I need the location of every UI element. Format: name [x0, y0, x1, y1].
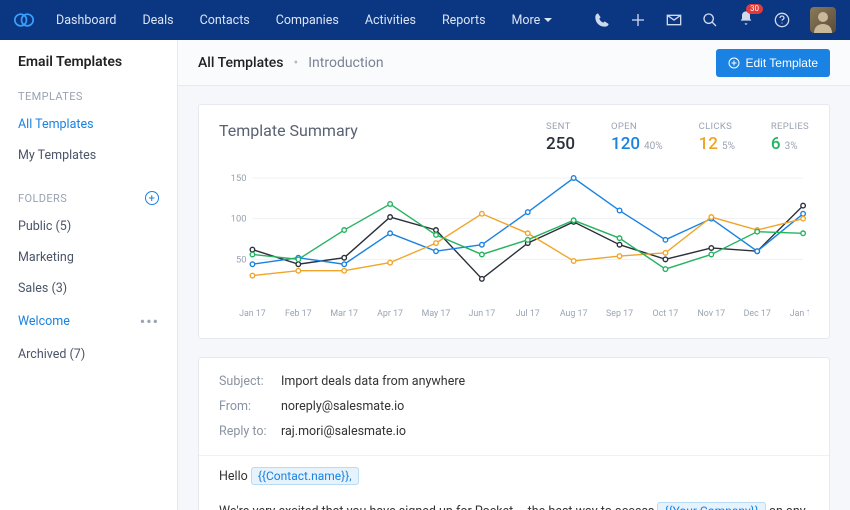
svg-text:May 17: May 17 — [422, 309, 451, 319]
sidebar-item-my-templates[interactable]: My Templates — [0, 140, 177, 171]
merge-tag-contact-name[interactable]: {{Contact.name}}, — [251, 467, 359, 485]
nav-reports[interactable]: Reports — [442, 13, 486, 28]
mail-icon[interactable] — [666, 12, 682, 28]
user-avatar[interactable] — [810, 7, 836, 33]
section-templates: TEMPLATES — [0, 84, 177, 109]
metrics-row: SENT250 OPEN12040% CLICKS125% REPLIES63% — [546, 121, 809, 154]
add-folder-icon[interactable]: + — [145, 191, 159, 205]
svg-text:50: 50 — [236, 254, 246, 265]
search-icon[interactable] — [702, 12, 718, 28]
phone-icon[interactable] — [594, 12, 610, 28]
template-body: Hello {{Contact.name}}, We're very excit… — [219, 456, 809, 510]
detail-subject: Subject:Import deals data from anywhere — [219, 374, 809, 389]
summary-card: Template Summary SENT250 OPEN12040% CLIC… — [198, 104, 830, 339]
chevron-down-icon — [544, 18, 552, 26]
top-nav-bar: Dashboard Deals Contacts Companies Activ… — [0, 0, 850, 40]
svg-text:Nov 17: Nov 17 — [697, 309, 725, 319]
section-folders: FOLDERS + — [0, 185, 177, 211]
svg-text:Sep 17: Sep 17 — [606, 309, 633, 319]
breadcrumb-sep: • — [294, 55, 299, 71]
svg-text:Aug 17: Aug 17 — [560, 309, 588, 319]
metric-clicks: CLICKS125% — [699, 121, 735, 154]
svg-text:100: 100 — [231, 214, 247, 225]
svg-text:Jan 18: Jan 18 — [790, 309, 809, 319]
template-details-card: Subject:Import deals data from anywhere … — [198, 357, 830, 510]
sidebar-item-public[interactable]: Public (5) — [0, 211, 177, 242]
help-icon[interactable] — [774, 12, 790, 28]
topbar-actions: 30 — [594, 7, 836, 33]
summary-title: Template Summary — [219, 121, 358, 140]
merge-tag-your-company[interactable]: {{Your Company}} — [657, 502, 765, 510]
svg-text:Oct 17: Oct 17 — [653, 309, 679, 319]
sidebar: Email Templates TEMPLATES All Templates … — [0, 40, 178, 510]
metric-sent: SENT250 — [546, 121, 575, 154]
svg-text:Dec 17: Dec 17 — [744, 309, 771, 319]
nav-deals[interactable]: Deals — [142, 13, 173, 28]
edit-template-button[interactable]: Edit Template — [716, 49, 831, 77]
metric-replies: REPLIES63% — [771, 121, 809, 154]
main-panel: All Templates • Introduction Edit Templa… — [178, 40, 850, 510]
app-logo-icon — [14, 13, 34, 27]
nav-dashboard[interactable]: Dashboard — [56, 13, 116, 28]
svg-text:Jan 17: Jan 17 — [239, 309, 266, 319]
sidebar-item-welcome[interactable]: Welcome••• — [0, 304, 177, 339]
notification-badge: 30 — [746, 4, 763, 14]
nav-contacts[interactable]: Contacts — [200, 13, 250, 28]
main-nav: Dashboard Deals Contacts Companies Activ… — [56, 13, 594, 28]
breadcrumb-root[interactable]: All Templates — [198, 55, 284, 71]
svg-text:Jun 17: Jun 17 — [469, 309, 496, 319]
detail-from: From:noreply@salesmate.io — [219, 399, 809, 414]
sidebar-item-archived[interactable]: Archived (7) — [0, 339, 177, 370]
folder-menu-icon[interactable]: ••• — [140, 312, 159, 331]
svg-text:Jul 17: Jul 17 — [516, 309, 540, 319]
sidebar-item-sales[interactable]: Sales (3) — [0, 273, 177, 304]
plus-circle-icon — [728, 57, 740, 69]
summary-chart: 50 100 150 Jan 17 Feb 17 Mar 17 Apr 17 May 17 Ju… — [219, 172, 809, 322]
detail-reply-to: Reply to:raj.mori@salesmate.io — [219, 424, 809, 439]
plus-icon[interactable] — [630, 12, 646, 28]
sidebar-item-all-templates[interactable]: All Templates — [0, 109, 177, 140]
breadcrumb-leaf: Introduction — [308, 55, 383, 71]
content-header: All Templates • Introduction Edit Templa… — [178, 40, 850, 86]
svg-text:Mar 17: Mar 17 — [330, 309, 358, 319]
notifications[interactable]: 30 — [738, 10, 754, 30]
nav-companies[interactable]: Companies — [276, 13, 339, 28]
svg-text:Apr 17: Apr 17 — [377, 309, 403, 319]
svg-text:150: 150 — [231, 173, 247, 184]
nav-more[interactable]: More — [512, 13, 553, 28]
nav-activities[interactable]: Activities — [365, 13, 416, 28]
sidebar-item-marketing[interactable]: Marketing — [0, 242, 177, 273]
sidebar-title: Email Templates — [0, 54, 177, 84]
metric-open: OPEN12040% — [611, 121, 663, 154]
svg-text:Feb 17: Feb 17 — [285, 309, 312, 319]
breadcrumb: All Templates • Introduction — [198, 55, 384, 71]
